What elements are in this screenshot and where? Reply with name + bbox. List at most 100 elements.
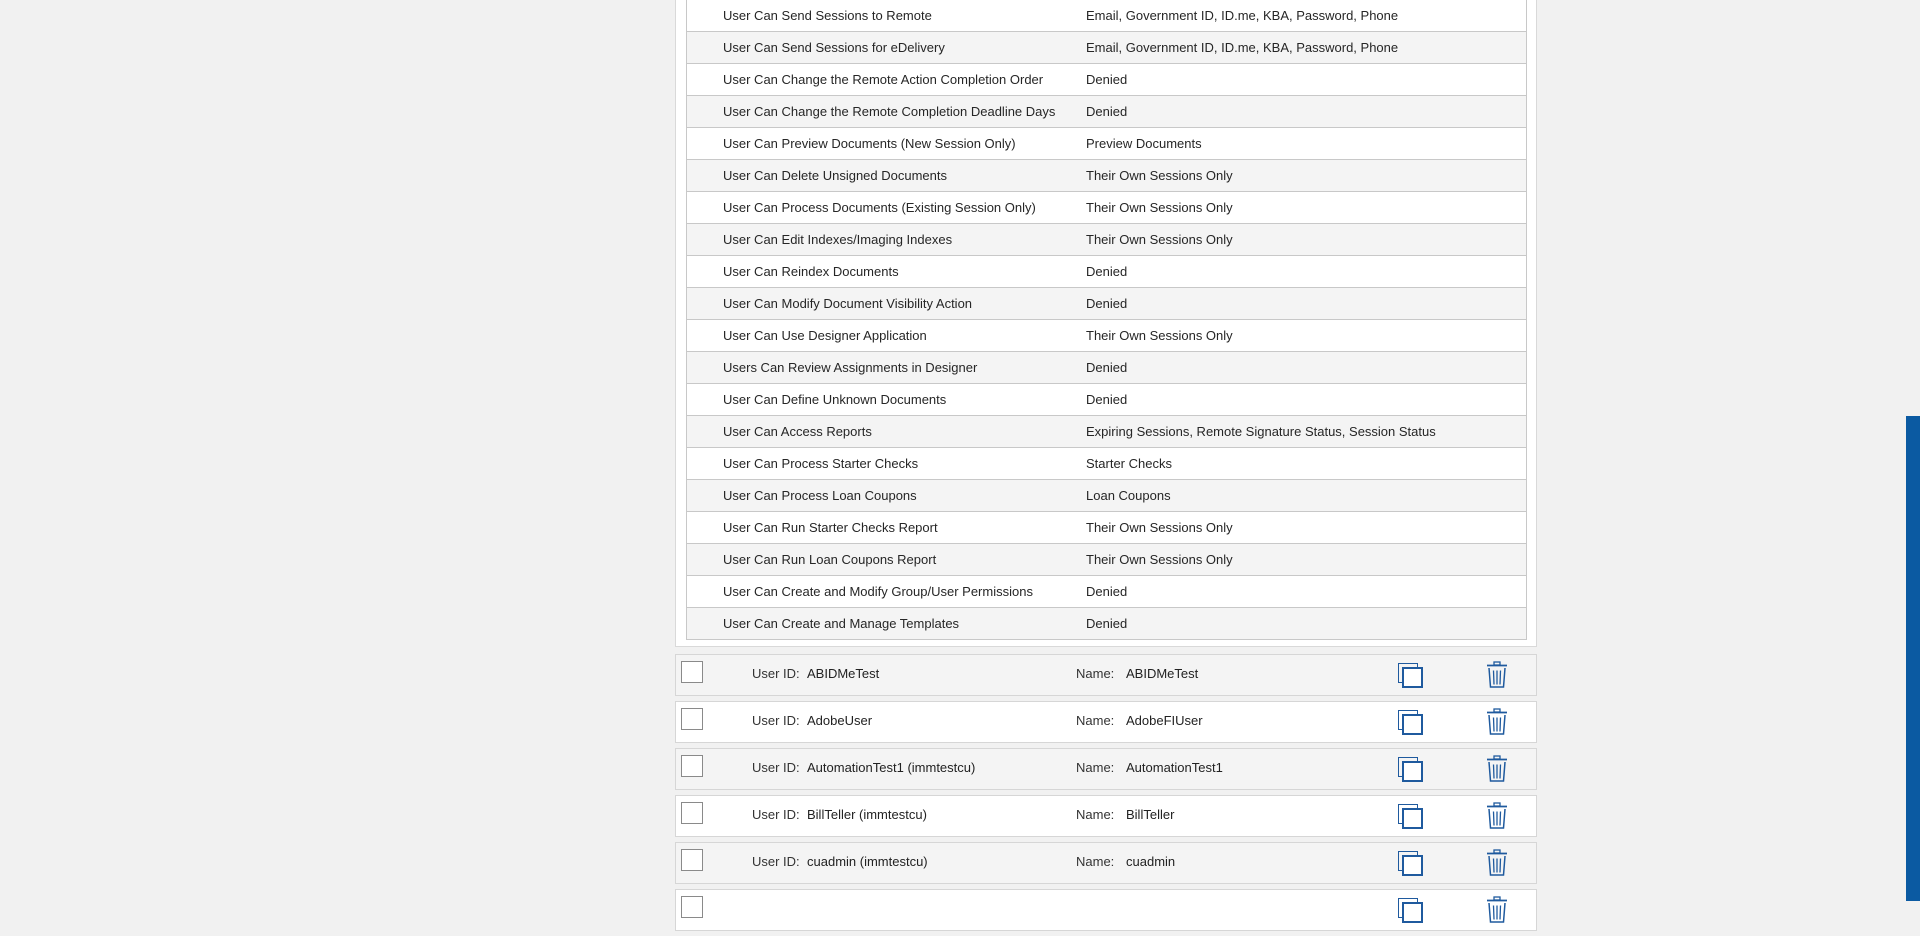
permission-row: User Can Send Sessions to Remote Email, … <box>686 0 1527 32</box>
delete-user-button[interactable] <box>1485 896 1509 924</box>
permission-value: Denied <box>1086 575 1527 608</box>
permission-name: User Can Modify Document Visibility Acti… <box>686 287 1086 320</box>
user-row: User ID: cuadmin (immtestcu) Name: cuadm… <box>675 842 1537 884</box>
trash-icon <box>1487 896 1507 923</box>
user-name-label: Name: <box>1076 666 1115 681</box>
permission-name: User Can Access Reports <box>686 415 1086 448</box>
permission-row: User Can Run Loan Coupons Report Their O… <box>686 543 1527 576</box>
permission-value: Email, Government ID, ID.me, KBA, Passwo… <box>1086 31 1527 64</box>
user-name-value: AdobeFIUser <box>1126 713 1203 728</box>
user-list: User ID: ABIDMeTest Name: ABIDMeTest Use… <box>675 654 1537 936</box>
trash-icon <box>1487 802 1507 829</box>
trash-icon <box>1487 849 1507 876</box>
user-select-checkbox[interactable] <box>681 755 703 777</box>
permission-row: User Can Send Sessions for eDelivery Ema… <box>686 31 1527 64</box>
copy-user-button[interactable] <box>1396 849 1426 877</box>
permission-row: User Can Delete Unsigned Documents Their… <box>686 159 1527 192</box>
permission-name: User Can Delete Unsigned Documents <box>686 159 1086 192</box>
permission-row: User Can Create and Modify Group/User Pe… <box>686 575 1527 608</box>
user-row: User ID: Name: <box>675 889 1537 931</box>
permission-value: Their Own Sessions Only <box>1086 159 1527 192</box>
delete-user-button[interactable] <box>1485 661 1509 689</box>
copy-user-button[interactable] <box>1396 896 1426 924</box>
permission-row: User Can Change the Remote Completion De… <box>686 95 1527 128</box>
delete-user-button[interactable] <box>1485 708 1509 736</box>
user-name-label: Name: <box>1076 807 1115 822</box>
user-name-value: ABIDMeTest <box>1126 666 1199 681</box>
permission-row: User Can Modify Document Visibility Acti… <box>686 287 1527 320</box>
permission-name: User Can Edit Indexes/Imaging Indexes <box>686 223 1086 256</box>
copy-user-button[interactable] <box>1396 802 1426 830</box>
permission-value: Denied <box>1086 383 1527 416</box>
permission-name: User Can Run Starter Checks Report <box>686 511 1086 544</box>
user-id-label: User ID: <box>752 760 800 775</box>
permission-value: Preview Documents <box>1086 127 1527 160</box>
user-id-value: ABIDMeTest <box>807 666 880 681</box>
user-id-label: User ID: <box>752 807 800 822</box>
delete-user-button[interactable] <box>1485 849 1509 877</box>
permission-name: User Can Send Sessions to Remote <box>686 0 1086 32</box>
user-id-label: User ID: <box>752 854 800 869</box>
user-select-checkbox[interactable] <box>681 896 703 918</box>
permission-row: User Can Define Unknown Documents Denied <box>686 383 1527 416</box>
user-id-value: AdobeUser <box>807 713 873 728</box>
permission-value: Their Own Sessions Only <box>1086 223 1527 256</box>
user-row: User ID: AutomationTest1 (immtestcu) Nam… <box>675 748 1537 790</box>
user-id-label: User ID: <box>752 713 800 728</box>
permission-value: Their Own Sessions Only <box>1086 319 1527 352</box>
user-row: User ID: ABIDMeTest Name: ABIDMeTest <box>675 654 1537 696</box>
permission-name: User Can Run Loan Coupons Report <box>686 543 1086 576</box>
permission-value: Their Own Sessions Only <box>1086 511 1527 544</box>
trash-icon <box>1487 661 1507 688</box>
trash-icon <box>1487 755 1507 782</box>
copy-user-button[interactable] <box>1396 661 1426 689</box>
copy-user-button[interactable] <box>1396 708 1426 736</box>
permission-name: Users Can Review Assignments in Designer <box>686 351 1086 384</box>
permission-name: User Can Reindex Documents <box>686 255 1086 288</box>
permission-value: Expiring Sessions, Remote Signature Stat… <box>1086 415 1527 448</box>
user-select-checkbox[interactable] <box>681 708 703 730</box>
permission-row: User Can Change the Remote Action Comple… <box>686 63 1527 96</box>
permission-value: Starter Checks <box>1086 447 1527 480</box>
delete-user-button[interactable] <box>1485 755 1509 783</box>
permission-value: Denied <box>1086 95 1527 128</box>
user-name-value: BillTeller <box>1126 807 1175 822</box>
permission-name: User Can Create and Manage Templates <box>686 607 1086 640</box>
user-select-checkbox[interactable] <box>681 661 703 683</box>
user-select-checkbox[interactable] <box>681 802 703 824</box>
permission-row: User Can Run Starter Checks Report Their… <box>686 511 1527 544</box>
scrollbar-thumb[interactable] <box>1906 416 1920 901</box>
permission-value: Their Own Sessions Only <box>1086 191 1527 224</box>
permission-value: Denied <box>1086 287 1527 320</box>
user-select-checkbox[interactable] <box>681 849 703 871</box>
permission-value: Denied <box>1086 255 1527 288</box>
user-id-label: User ID: <box>752 666 800 681</box>
user-name-label: Name: <box>1076 760 1115 775</box>
permission-name: User Can Process Starter Checks <box>686 447 1086 480</box>
permission-name: User Can Change the Remote Action Comple… <box>686 63 1086 96</box>
permission-value: Denied <box>1086 607 1527 640</box>
permission-name: User Can Use Designer Application <box>686 319 1086 352</box>
user-id-value: AutomationTest1 (immtestcu) <box>807 760 976 775</box>
permission-name: User Can Define Unknown Documents <box>686 383 1086 416</box>
user-name-label: Name: <box>1076 713 1115 728</box>
permission-name: User Can Change the Remote Completion De… <box>686 95 1086 128</box>
user-row: User ID: AdobeUser Name: AdobeFIUser <box>675 701 1537 743</box>
permissions-table: User Can Send Sessions to Remote Email, … <box>686 0 1527 640</box>
copy-user-button[interactable] <box>1396 755 1426 783</box>
user-id-value: BillTeller (immtestcu) <box>807 807 927 822</box>
permission-value: Denied <box>1086 351 1527 384</box>
permission-name: User Can Process Loan Coupons <box>686 479 1086 512</box>
user-name-value: AutomationTest1 <box>1126 760 1223 775</box>
delete-user-button[interactable] <box>1485 802 1509 830</box>
permission-value: Email, Government ID, ID.me, KBA, Passwo… <box>1086 0 1527 32</box>
permission-name: User Can Preview Documents (New Session … <box>686 127 1086 160</box>
permission-value: Loan Coupons <box>1086 479 1527 512</box>
permission-value: Denied <box>1086 63 1527 96</box>
permission-row: User Can Edit Indexes/Imaging Indexes Th… <box>686 223 1527 256</box>
permission-row: Users Can Review Assignments in Designer… <box>686 351 1527 384</box>
permission-value: Their Own Sessions Only <box>1086 543 1527 576</box>
permission-row: User Can Process Documents (Existing Ses… <box>686 191 1527 224</box>
user-name-value: cuadmin <box>1126 854 1176 869</box>
trash-icon <box>1487 708 1507 735</box>
